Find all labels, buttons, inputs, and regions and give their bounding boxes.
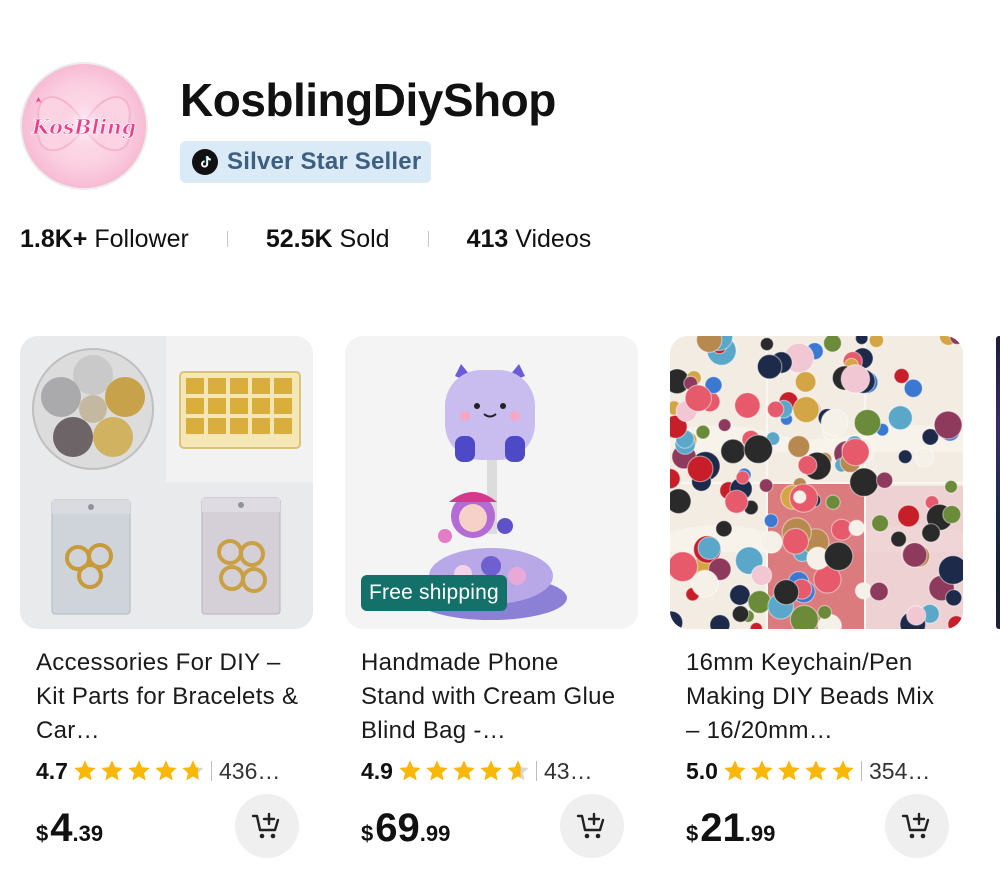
add-to-cart-button[interactable] — [235, 794, 299, 858]
shop-stats: 1.8K+ Follower 52.5K Sold 413 Videos — [20, 222, 591, 256]
product-price: $4.39 — [36, 806, 104, 850]
star-icon — [426, 760, 448, 781]
rating-row: 4.9 43… — [361, 756, 631, 786]
star-icon — [805, 760, 827, 781]
star-rating — [397, 758, 531, 784]
product-title[interactable]: 16mm Keychain/Pen Making DIY Beads Mix –… — [686, 646, 951, 748]
star-icon — [74, 760, 96, 781]
star-icon — [507, 760, 529, 781]
badge-label: Silver Star Seller — [227, 148, 422, 175]
shop-name: KosblingDiyShop — [180, 74, 556, 126]
add-to-cart-icon — [251, 812, 280, 839]
rating-value: 5.0 — [686, 757, 718, 784]
rating-value: 4.9 — [361, 757, 393, 784]
product-image[interactable]: Free shipping — [345, 336, 638, 629]
product-title[interactable]: Accessories For DIY – Kit Parts for Brac… — [36, 646, 301, 748]
star-icon — [399, 760, 421, 781]
shop-avatar[interactable]: KosBling — [20, 62, 148, 190]
star-icon — [832, 760, 854, 781]
product-title[interactable]: Handmade Phone Stand with Cream Glue Bli… — [361, 646, 626, 748]
product-image[interactable] — [20, 336, 313, 629]
star-icon — [778, 760, 800, 781]
stat-videos[interactable]: 413 Videos — [467, 225, 592, 254]
avatar-text: KosBling — [31, 115, 136, 139]
star-icon — [453, 760, 475, 781]
shop-logo: KosBling — [31, 96, 136, 156]
product-price: $21.99 — [686, 806, 776, 850]
stat-followers[interactable]: 1.8K+ Follower — [20, 225, 189, 254]
review-count: 43… — [543, 757, 593, 784]
stat-divider — [226, 231, 228, 247]
tiktok-icon — [192, 149, 218, 175]
seller-badge[interactable]: Silver Star Seller — [180, 141, 432, 183]
stat-sold: 52.5K Sold — [265, 224, 390, 253]
add-to-cart-icon — [901, 812, 930, 839]
free-shipping-tag: Free shipping — [361, 575, 507, 611]
product-card[interactable]: 16mm Keychain/Pen Making DIY Beads Mix –… — [670, 336, 963, 858]
rating-row: 5.0 354… — [686, 756, 956, 786]
add-to-cart-icon — [576, 812, 605, 839]
star-icon — [128, 760, 150, 781]
star-icon — [155, 760, 177, 781]
product-image[interactable] — [670, 336, 963, 629]
add-to-cart-button[interactable] — [885, 794, 949, 858]
star-icon — [480, 760, 502, 781]
star-icon — [182, 760, 204, 781]
star-rating — [72, 758, 206, 784]
next-product-card-peek[interactable] — [996, 336, 1000, 629]
stat-divider — [427, 231, 429, 247]
star-icon — [724, 760, 746, 781]
star-icon — [751, 760, 773, 781]
add-to-cart-button[interactable] — [560, 794, 624, 858]
product-card[interactable]: Accessories For DIY – Kit Parts for Brac… — [20, 336, 313, 858]
star-rating — [722, 758, 856, 784]
review-count: 436… — [218, 757, 281, 784]
star-icon — [101, 760, 123, 781]
rating-row: 4.7 436… — [36, 756, 306, 786]
product-price: $69.99 — [361, 806, 451, 850]
rating-value: 4.7 — [36, 757, 68, 784]
review-count: 354… — [868, 757, 931, 784]
product-card[interactable]: Free shipping Handmade Phone Stand with … — [345, 336, 638, 858]
